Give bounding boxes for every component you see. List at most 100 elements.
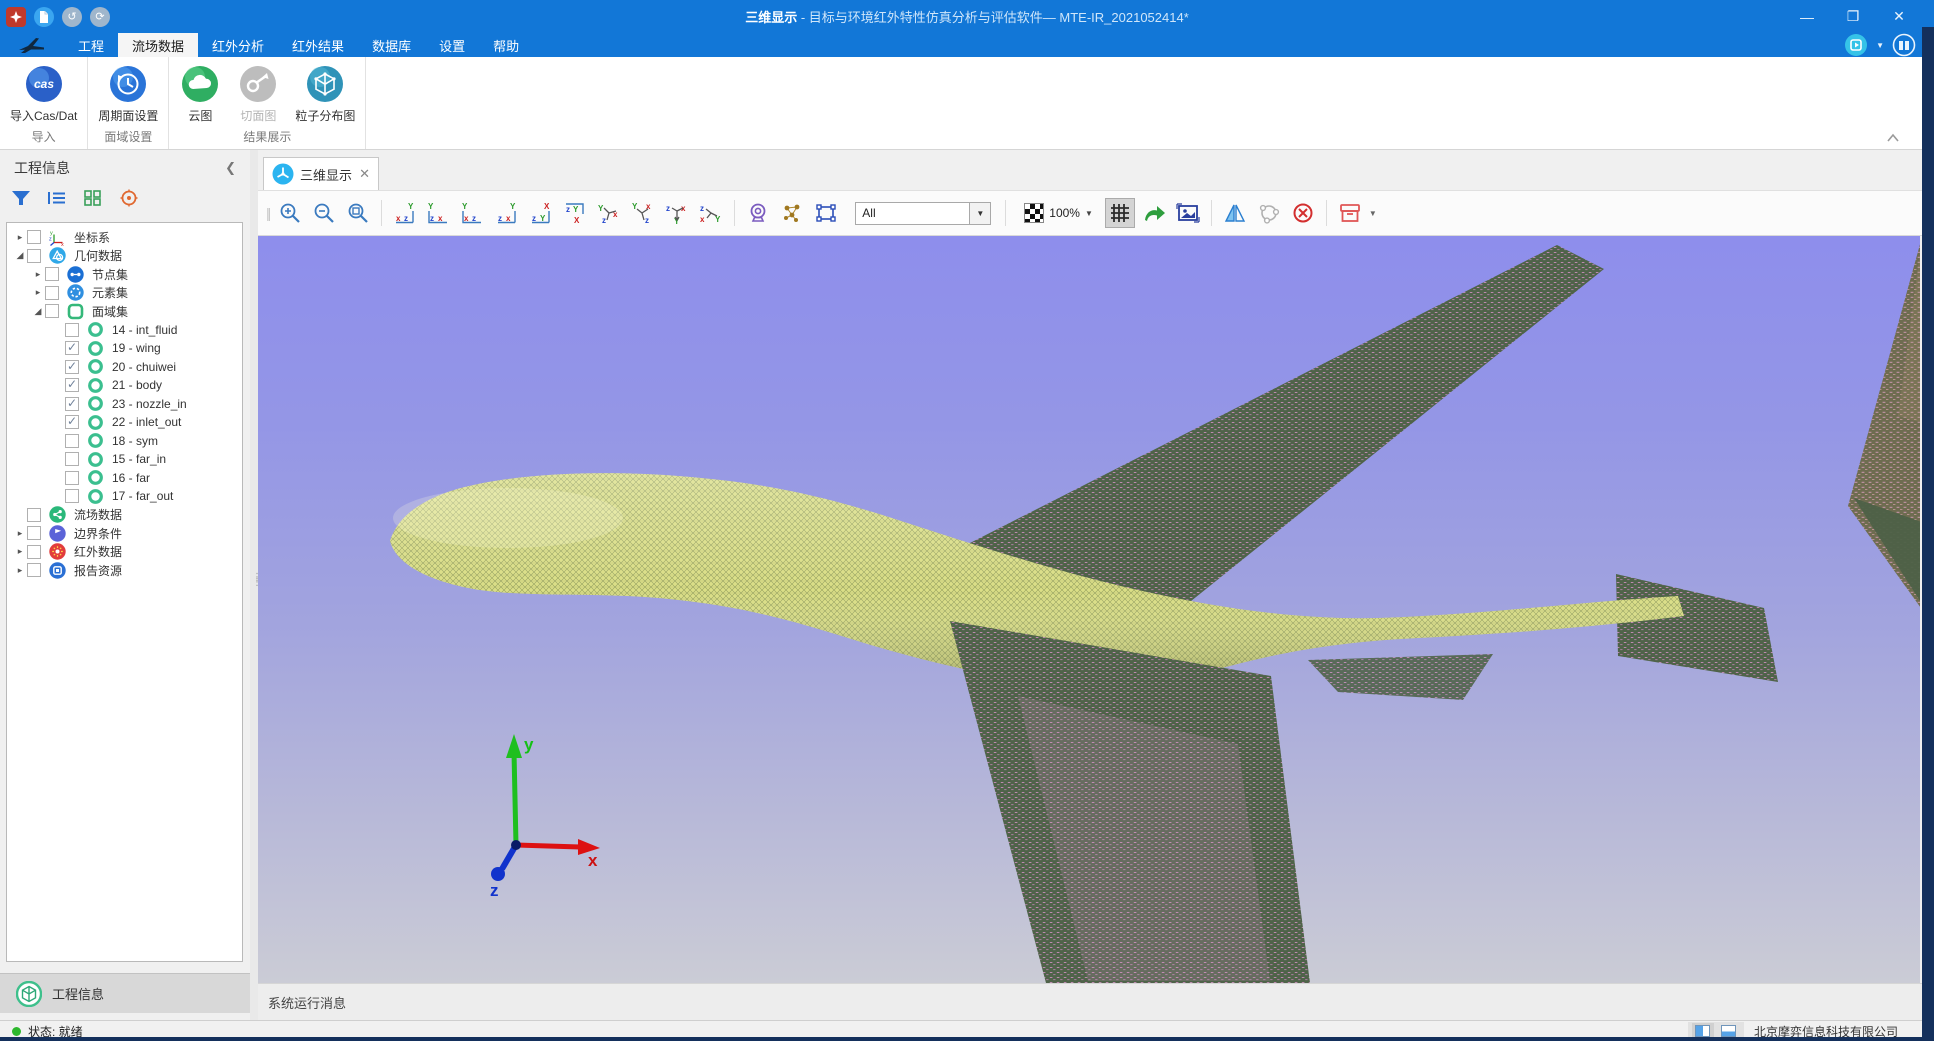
tree-checkbox[interactable] (45, 267, 59, 281)
close-button[interactable]: ✕ (1876, 0, 1922, 33)
mirror-icon[interactable] (1220, 198, 1250, 228)
tree-checkbox[interactable] (65, 360, 79, 374)
section-box-icon[interactable] (1335, 198, 1365, 228)
tree-checkbox[interactable] (65, 341, 79, 355)
tree-item[interactable]: 21 - body (7, 376, 242, 395)
menu-item-3[interactable]: 红外结果 (278, 33, 358, 57)
help-book-icon[interactable] (1892, 33, 1916, 57)
panel-collapse-icon[interactable]: ❮ (225, 160, 236, 176)
ribbon-button-cloud-map[interactable]: 云图 (171, 63, 229, 124)
locate-target-icon[interactable] (118, 188, 140, 208)
tree-checkbox[interactable] (65, 415, 79, 429)
system-message-bar[interactable]: 系统运行消息 (258, 983, 1922, 1020)
tree-checkbox[interactable] (27, 249, 41, 263)
tree-checkbox[interactable] (45, 286, 59, 300)
ribbon-button-periodic-face[interactable]: 周期面设置 (90, 63, 166, 124)
menu-item-2[interactable]: 红外分析 (198, 33, 278, 57)
view-front-icon[interactable]: xzY (390, 198, 420, 228)
tree-item[interactable]: 19 - wing (7, 339, 242, 358)
expand-closed-icon[interactable]: ▸ (13, 546, 27, 557)
opacity-caret-icon[interactable]: ▼ (1085, 209, 1093, 218)
expand-open-icon[interactable]: ◢ (13, 250, 27, 261)
theme-icon[interactable] (1844, 33, 1868, 57)
rect-select-icon[interactable] (811, 198, 841, 228)
view-back-icon[interactable]: zxY (424, 198, 454, 228)
tree-checkbox[interactable] (65, 434, 79, 448)
expand-closed-icon[interactable]: ▸ (13, 528, 27, 539)
zoom-fit-icon[interactable] (343, 198, 373, 228)
tree-item[interactable]: ◢几何数据 (7, 247, 242, 266)
tree-checkbox[interactable] (65, 323, 79, 337)
ribbon-button-particle-map[interactable]: 粒子分布图 (287, 63, 363, 124)
tab-close-icon[interactable]: ✕ (359, 166, 370, 182)
toolbar-drag-handle[interactable]: || (266, 205, 269, 221)
tree-item[interactable]: 23 - nozzle_in (7, 395, 242, 414)
grid-view-icon[interactable] (82, 188, 104, 208)
zoom-in-icon[interactable] (275, 198, 305, 228)
view-iso-4-icon[interactable]: zYx (696, 198, 726, 228)
display-filter-combo[interactable]: All ▼ (855, 202, 991, 225)
opacity-control[interactable]: 100% ▼ (1024, 203, 1093, 223)
redo-icon[interactable]: ⟳ (90, 7, 110, 27)
tree-item[interactable]: 18 - sym (7, 432, 242, 451)
tree-item[interactable]: 17 - far_out (7, 487, 242, 506)
project-panel-footer[interactable]: 工程信息 (0, 973, 250, 1013)
tree-checkbox[interactable] (65, 397, 79, 411)
view-bottom-icon[interactable]: zYX (560, 198, 590, 228)
tree-checkbox[interactable] (65, 452, 79, 466)
camera-view-icon[interactable] (743, 198, 773, 228)
expand-closed-icon[interactable]: ▸ (31, 269, 45, 280)
tree-item[interactable]: ▸边界条件 (7, 524, 242, 543)
menu-item-0[interactable]: 工程 (64, 33, 118, 57)
new-file-icon[interactable] (34, 7, 54, 27)
snapshot-icon[interactable] (1173, 198, 1203, 228)
particles-icon[interactable] (777, 198, 807, 228)
tree-checkbox[interactable] (27, 230, 41, 244)
tree-item[interactable]: 16 - far (7, 469, 242, 488)
ribbon-button-cas-import[interactable]: cas导入Cas/Dat (2, 63, 85, 124)
viewport-3d[interactable]: y x z (258, 236, 1920, 983)
tree-item[interactable]: 14 - int_fluid (7, 321, 242, 340)
tree-checkbox[interactable] (65, 489, 79, 503)
list-view-icon[interactable] (46, 188, 68, 208)
mesh-display-toggle[interactable] (1105, 198, 1135, 228)
menu-item-6[interactable]: 帮助 (479, 33, 533, 57)
tree-item[interactable]: ▸报告资源 (7, 561, 242, 580)
expand-open-icon[interactable]: ◢ (31, 306, 45, 317)
theme-caret-icon[interactable]: ▼ (1876, 41, 1884, 50)
view-iso-1-icon[interactable]: Yxz (594, 198, 624, 228)
view-iso-2-icon[interactable]: Yxz (628, 198, 658, 228)
minimize-button[interactable]: — (1784, 0, 1830, 33)
tree-checkbox[interactable] (27, 508, 41, 522)
surface-sphere-icon[interactable] (1254, 198, 1284, 228)
panel-splitter[interactable]: ⋮⋮ (250, 150, 258, 1020)
tree-checkbox[interactable] (27, 563, 41, 577)
view-top-icon[interactable]: zYX (526, 198, 556, 228)
combo-dropdown-icon[interactable]: ▼ (969, 203, 990, 224)
section-box-caret-icon[interactable]: ▼ (1369, 209, 1377, 218)
tree-checkbox[interactable] (27, 526, 41, 540)
expand-closed-icon[interactable]: ▸ (13, 565, 27, 576)
clear-view-icon[interactable] (1288, 198, 1318, 228)
tree-item[interactable]: 22 - inlet_out (7, 413, 242, 432)
tree-checkbox[interactable] (27, 545, 41, 559)
menu-item-5[interactable]: 设置 (425, 33, 479, 57)
expand-closed-icon[interactable]: ▸ (31, 287, 45, 298)
tree-item[interactable]: ▸元素集 (7, 284, 242, 303)
filter-icon[interactable] (10, 188, 32, 208)
tree-checkbox[interactable] (65, 378, 79, 392)
tree-item[interactable]: ▸红外数据 (7, 543, 242, 562)
flythrough-arrow-icon[interactable] (1139, 198, 1169, 228)
view-left-icon[interactable]: xzY (458, 198, 488, 228)
tree-item[interactable]: ◢面域集 (7, 302, 242, 321)
ribbon-collapse-icon[interactable] (1886, 130, 1900, 145)
view-iso-3-icon[interactable]: zxY (662, 198, 692, 228)
undo-icon[interactable]: ↺ (62, 7, 82, 27)
restore-button[interactable]: ❐ (1830, 0, 1876, 33)
tree-item[interactable]: 流场数据 (7, 506, 242, 525)
tree-item[interactable]: 15 - far_in (7, 450, 242, 469)
menu-item-1[interactable]: 流场数据 (118, 33, 198, 57)
tab-3d-display[interactable]: 三维显示 ✕ (263, 157, 379, 190)
tree-item[interactable]: ▸yxz坐标系 (7, 228, 242, 247)
zoom-out-icon[interactable] (309, 198, 339, 228)
